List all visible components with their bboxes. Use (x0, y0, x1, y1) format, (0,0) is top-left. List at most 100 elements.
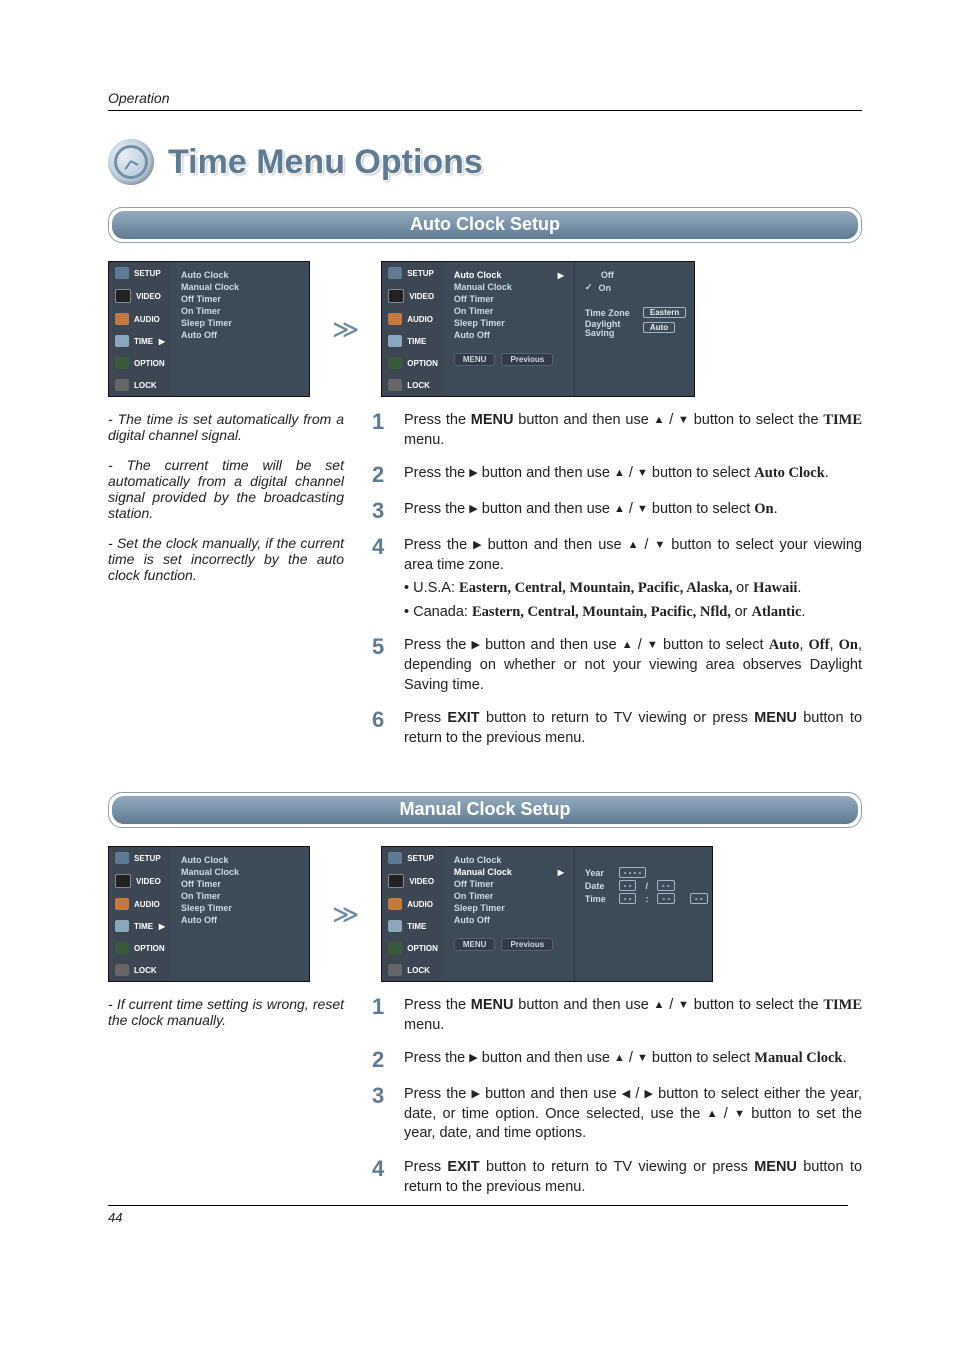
osd-cat-option: OPTION (382, 937, 444, 959)
osd-item: On Timer (454, 890, 564, 902)
osd-cat-time: TIME ▶ (109, 915, 171, 937)
osd-cat-label: AUDIO (407, 900, 433, 909)
notes-column: - If current time setting is wrong, rese… (108, 996, 344, 1211)
osd-value-box: - - - - (619, 867, 646, 878)
right-triangle-icon (469, 502, 477, 517)
osd-menu-button: MENU (454, 938, 496, 951)
osd-item: Auto Clock (454, 854, 564, 866)
osd-cat-label: VIDEO (409, 292, 434, 301)
osd-cat-lock: LOCK (109, 959, 171, 981)
osd-item: Off Timer (454, 878, 564, 890)
osd-value-label: DaylightSaving (585, 320, 637, 338)
osd-panel-time: SETUP VIDEO AUDIO TIME▶ OPTION LOCK Auto… (108, 261, 310, 397)
page-number: 44 (108, 1205, 848, 1225)
osd-value-label: Year (585, 868, 613, 878)
osd-value-pill: Eastern (643, 307, 686, 318)
osd-item: Auto Off (181, 329, 291, 341)
osd-value-on: ✓On (585, 281, 687, 294)
osd-cat-option: OPTION (382, 352, 444, 374)
osd-item: Manual Clock (454, 281, 564, 293)
note-item: - The time is set automatically from a d… (108, 411, 344, 443)
section-header: Operation (108, 90, 862, 111)
osd-timezone-row: Time Zone Eastern (585, 306, 687, 319)
osd-cat-label: SETUP (134, 854, 161, 863)
osd-value-box: - - (690, 893, 708, 904)
step-number: 1 (372, 996, 390, 1018)
step-body: Press the button and then use / button t… (404, 1049, 862, 1069)
step-body: Press the button and then use / button t… (404, 464, 862, 484)
step-body: Press the button and then use / button t… (404, 636, 862, 695)
osd-cat-label: VIDEO (136, 877, 161, 886)
osd-item-selected: Manual Clock▶ (454, 866, 564, 878)
osd-cat-label: OPTION (134, 944, 165, 953)
osd-cat-label: TIME (134, 922, 153, 931)
osd-item: Sleep Timer (454, 317, 564, 329)
section-bar-manual: Manual Clock Setup (108, 792, 862, 828)
osd-cat-label: TIME (407, 337, 426, 346)
down-triangle-icon (637, 1051, 648, 1066)
right-triangle-icon (469, 1051, 477, 1066)
osd-cat-label: TIME (134, 337, 153, 346)
page-title: Time Menu Options (168, 143, 483, 182)
osd-value-box: - - (657, 880, 675, 891)
step-number: 2 (372, 1049, 390, 1071)
osd-cat-setup: SETUP (109, 847, 171, 869)
osd-cat-label: LOCK (134, 381, 157, 390)
step-number: 3 (372, 500, 390, 522)
osd-cat-label: OPTION (407, 944, 438, 953)
step-row: 3 Press the button and then use / button… (372, 500, 862, 522)
step-body: Press EXIT button to return to TV viewin… (404, 709, 862, 748)
caret-right-icon: ▶ (159, 337, 165, 346)
step-row: 1 Press the MENU button and then use / b… (372, 411, 862, 450)
osd-value-label: Time (585, 894, 613, 904)
osd-item: Manual Clock (181, 866, 291, 878)
osd-item-list: Auto Clock Manual Clock▶ Off Timer On Ti… (444, 847, 574, 981)
section-bar-label: Auto Clock Setup (112, 211, 858, 239)
step-sub-canada: • Canada: Eastern, Central, Mountain, Pa… (404, 603, 862, 623)
osd-item: Auto Clock (181, 854, 291, 866)
osd-cat-time: TIME (382, 330, 444, 352)
caret-right-icon: ▶ (159, 922, 165, 931)
caret-right-icon: ▶ (558, 271, 564, 280)
osd-previous-button: Previous (501, 353, 553, 366)
step-number: 2 (372, 464, 390, 486)
osd-values: Off ✓On Time ZoneEastern DaylightSaving … (574, 262, 697, 396)
osd-item-list: Auto Clock Manual Clock Off Timer On Tim… (171, 847, 301, 981)
osd-cat-label: OPTION (134, 359, 165, 368)
step-number: 1 (372, 411, 390, 433)
left-triangle-icon (622, 1087, 630, 1102)
up-triangle-icon (707, 1107, 718, 1122)
clock-icon (108, 139, 154, 185)
step-number: 4 (372, 1158, 390, 1180)
right-triangle-icon (473, 538, 481, 553)
section-bar-label: Manual Clock Setup (112, 796, 858, 824)
osd-item-list: Auto Clock▶ Manual Clock Off Timer On Ti… (444, 262, 574, 396)
osd-item: Manual Clock (181, 281, 291, 293)
step-row: 1 Press the MENU button and then use / b… (372, 996, 862, 1035)
osd-cat-label: AUDIO (134, 900, 160, 909)
osd-value-label: Time Zone (585, 308, 637, 318)
osd-footer: MENU Previous (454, 347, 564, 366)
step-number: 4 (372, 536, 390, 558)
down-triangle-icon (647, 638, 658, 653)
osd-cat-label: LOCK (134, 966, 157, 975)
osd-cat-lock: LOCK (109, 374, 171, 396)
osd-cat-time: TIME (382, 915, 444, 937)
step-row: 3 Press the button and then use / button… (372, 1085, 862, 1144)
up-triangle-icon (614, 502, 625, 517)
step-number: 3 (372, 1085, 390, 1107)
step-body: Press the MENU button and then use / but… (404, 996, 862, 1035)
arrow-right-icon: ≫ (332, 314, 359, 345)
step-row: 5 Press the button and then use / button… (372, 636, 862, 695)
osd-value-box: - - (619, 880, 637, 891)
osd-panel-time: SETUP VIDEO AUDIO TIME ▶ OPTION LOCK Auto… (108, 846, 310, 982)
osd-cat-option: OPTION (109, 937, 171, 959)
osd-cat-label: TIME (407, 922, 426, 931)
osd-year-row: Year - - - - (585, 866, 713, 879)
osd-item: Auto Clock (181, 269, 291, 281)
down-triangle-icon (637, 466, 648, 481)
osd-previous-button: Previous (501, 938, 553, 951)
notes-column: - The time is set automatically from a d… (108, 411, 344, 762)
right-triangle-icon (472, 1087, 480, 1102)
osd-cat-video: VIDEO (382, 284, 444, 308)
